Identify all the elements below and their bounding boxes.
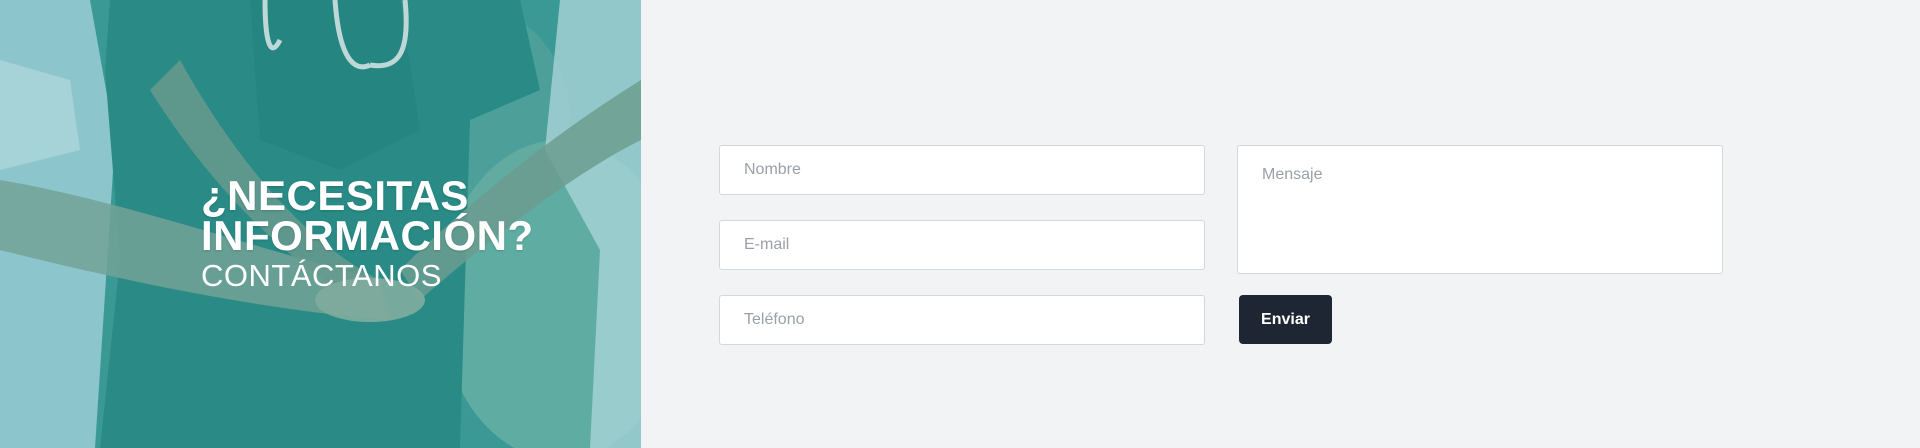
email-field[interactable] xyxy=(719,220,1205,270)
contact-hero-panel: ¿NECESITAS INFORMACIÓN? CONTÁCTANOS xyxy=(0,0,641,448)
hero-title: ¿NECESITAS INFORMACIÓN? xyxy=(201,172,534,259)
submit-button[interactable]: Enviar xyxy=(1239,295,1332,344)
phone-field[interactable] xyxy=(719,295,1205,345)
hero-heading-group: ¿NECESITAS INFORMACIÓN? CONTÁCTANOS xyxy=(201,172,561,294)
hero-subtitle: CONTÁCTANOS xyxy=(201,258,442,293)
name-field[interactable] xyxy=(719,145,1205,195)
message-field[interactable] xyxy=(1237,145,1723,274)
